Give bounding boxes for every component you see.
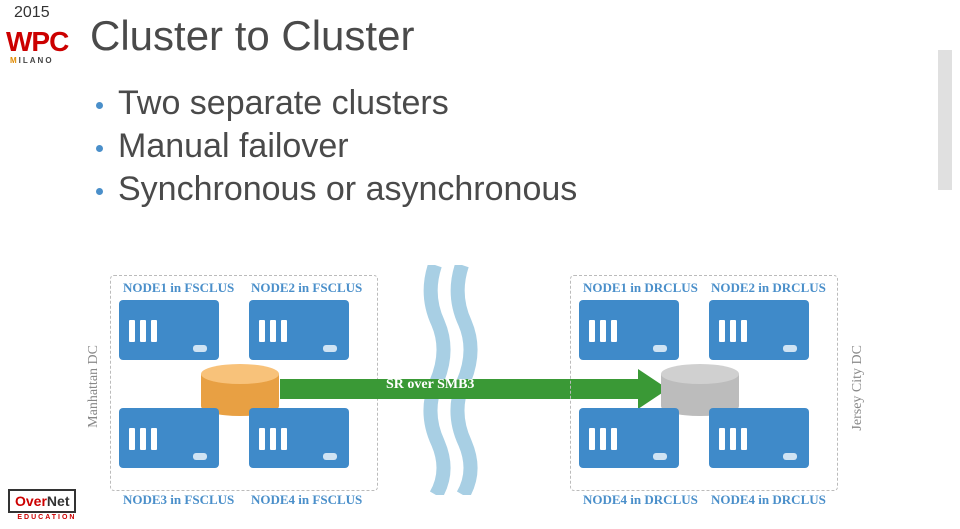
bullet-list: Two separate clusters Manual failover Sy… xyxy=(90,80,577,213)
server-icon xyxy=(119,300,219,360)
milano-rest: ILANO xyxy=(19,56,54,65)
server-icon xyxy=(709,300,809,360)
slide: 2015 WPC MILANO Cluster to Cluster Two s… xyxy=(0,0,960,529)
node-label: NODE3 in FSCLUS xyxy=(123,492,234,508)
server-icon xyxy=(579,300,679,360)
node-label: NODE4 in DRCLUS xyxy=(711,492,826,508)
overnet-logo: OverNet EDUCATION xyxy=(8,489,76,521)
speaker-notes-tab[interactable] xyxy=(938,50,952,190)
milano-m: M xyxy=(10,56,19,65)
node-label: NODE2 in FSCLUS xyxy=(251,280,362,296)
server-icon xyxy=(119,408,219,468)
bullet-item: Two separate clusters xyxy=(90,84,577,123)
server-icon xyxy=(579,408,679,468)
overnet-part-b: Net xyxy=(47,493,70,509)
year-label: 2015 xyxy=(14,4,50,22)
right-dc-label: Jersey City DC xyxy=(850,345,866,431)
server-icon xyxy=(709,408,809,468)
node-label: NODE1 in DRCLUS xyxy=(583,280,698,296)
overnet-sub: EDUCATION xyxy=(8,514,76,521)
node-label: NODE4 in FSCLUS xyxy=(251,492,362,508)
slide-title: Cluster to Cluster xyxy=(90,12,414,60)
right-cluster-group: NODE1 in DRCLUS NODE2 in DRCLUS NODE4 in… xyxy=(570,275,838,491)
left-dc-label: Manhattan DC xyxy=(86,345,102,428)
node-label: NODE2 in DRCLUS xyxy=(711,280,826,296)
node-label: NODE4 in DRCLUS xyxy=(583,492,698,508)
overnet-part-a: Over xyxy=(15,493,47,509)
server-icon xyxy=(249,408,349,468)
server-icon xyxy=(249,300,349,360)
bullet-item: Manual failover xyxy=(90,127,577,166)
wpc-logo: WPC xyxy=(6,28,68,56)
replication-label: SR over SMB3 xyxy=(386,377,474,393)
architecture-diagram: Manhattan DC Jersey City DC NODE1 in FSC… xyxy=(70,275,890,505)
milano-logo: MILANO xyxy=(10,56,54,65)
node-label: NODE1 in FSCLUS xyxy=(123,280,234,296)
bullet-item: Synchronous or asynchronous xyxy=(90,170,577,209)
